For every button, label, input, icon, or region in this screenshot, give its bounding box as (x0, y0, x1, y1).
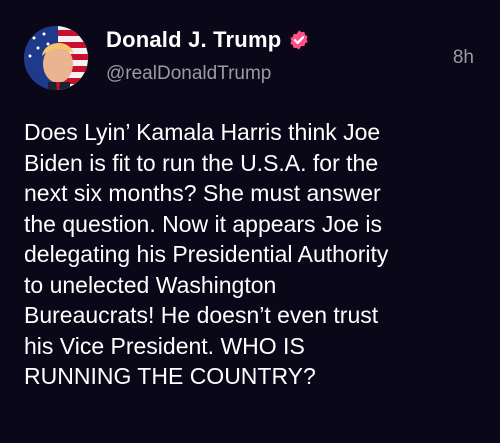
author-name-row: Donald J. Trump (106, 27, 310, 53)
avatar-image (24, 26, 88, 90)
post-body-line: the question. Now it appears Joe is (24, 210, 382, 237)
post-card: Donald J. Trump @realDonaldTrump 8h Does… (0, 0, 500, 443)
post-body-line: next six months? She must answer (24, 180, 381, 206)
post-body-line: Does Lyin’ Kamala Harris think Joe (24, 119, 381, 145)
post-body-line: to unelected Washington (24, 271, 277, 298)
post-body-line: delegating his Presidential Authority (24, 241, 389, 267)
author-handle[interactable]: @realDonaldTrump (106, 63, 271, 85)
post-body: Does Lyin’ Kamala Harris think Joe Biden… (24, 117, 486, 392)
post-body-line: Bureaucrats! He doesn’t even trust (24, 302, 379, 328)
post-body-line: RUNNING THE COUNTRY? (24, 363, 316, 389)
post-body-line: Biden is fit to run the U.S.A. for the (24, 149, 379, 176)
author-display-name[interactable]: Donald J. Trump (106, 27, 281, 53)
verified-badge-icon (288, 29, 310, 51)
post-timestamp: 8h (452, 47, 474, 68)
avatar[interactable] (24, 26, 88, 90)
post-body-line: his Vice President. WHO IS (24, 332, 305, 359)
